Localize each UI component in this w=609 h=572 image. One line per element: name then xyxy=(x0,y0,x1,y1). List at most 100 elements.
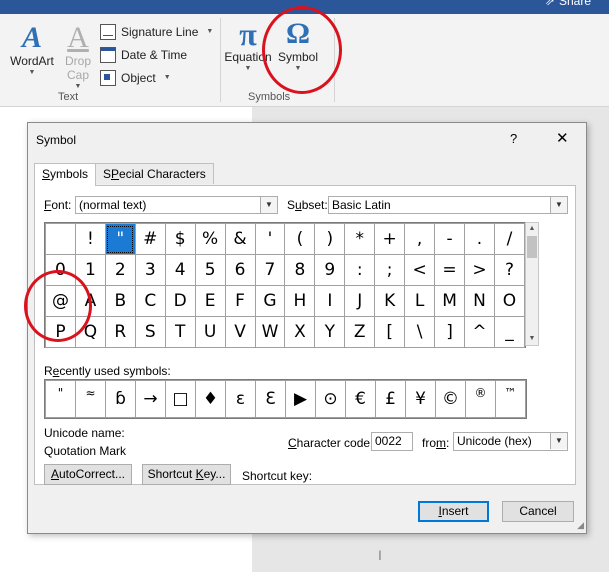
symbol-cell[interactable]: F xyxy=(224,285,256,317)
symbol-cell[interactable]: \ xyxy=(404,316,436,348)
recent-symbol-cell[interactable]: ™ xyxy=(495,380,526,418)
symbol-cell[interactable]: O xyxy=(493,285,526,317)
chevron-down-icon[interactable]: ▼ xyxy=(164,74,171,81)
symbol-cell[interactable]: - xyxy=(434,223,466,255)
drop-cap-button[interactable]: A Drop Cap ▼ xyxy=(58,22,98,92)
symbol-cell[interactable]: = xyxy=(434,254,466,286)
object-button[interactable]: Object ▼ xyxy=(100,66,213,89)
symbol-cell[interactable]: < xyxy=(404,254,436,286)
cancel-button[interactable]: Cancel xyxy=(502,501,574,522)
wordart-button[interactable]: A WordArt ▼ xyxy=(6,22,58,78)
symbol-cell[interactable]: 4 xyxy=(164,254,196,286)
recent-symbol-cell[interactable]: £ xyxy=(375,380,406,418)
symbol-cell[interactable]: ? xyxy=(493,254,526,286)
signature-line-button[interactable]: Signature Line ▼ xyxy=(100,20,213,43)
symbol-cell[interactable]: % xyxy=(194,223,226,255)
recent-symbol-cell[interactable]: € xyxy=(345,380,376,418)
recent-symbol-cell[interactable]: © xyxy=(435,380,466,418)
tab-symbols[interactable]: Symbols xyxy=(34,163,97,186)
symbol-cell[interactable]: N xyxy=(464,285,495,317)
font-select[interactable]: (normal text) ▼ xyxy=(75,196,278,214)
symbol-grid-scrollbar[interactable]: ▲ ▼ xyxy=(525,222,539,346)
symbol-cell[interactable]: ! xyxy=(74,223,106,255)
symbol-cell[interactable]: [ xyxy=(374,316,406,348)
symbol-cell[interactable]: Y xyxy=(314,316,346,348)
subset-select[interactable]: Basic Latin ▼ xyxy=(328,196,568,214)
shortcut-key-button[interactable]: Shortcut Key... xyxy=(142,464,231,485)
symbol-cell[interactable]: ) xyxy=(314,223,346,255)
symbol-cell[interactable]: M xyxy=(434,285,466,317)
symbol-cell[interactable]: R xyxy=(104,316,136,348)
recent-symbol-cell[interactable]: ♦ xyxy=(195,380,226,418)
recent-symbol-cell[interactable]: ⊙ xyxy=(315,380,346,418)
symbol-cell[interactable]: 9 xyxy=(314,254,346,286)
symbol-cell[interactable]: " xyxy=(104,223,136,255)
symbol-cell[interactable] xyxy=(45,223,76,255)
symbol-cell[interactable]: X xyxy=(284,316,316,348)
recent-symbol-cell[interactable]: □ xyxy=(165,380,196,418)
chevron-down-icon[interactable]: ▼ xyxy=(260,197,277,213)
symbol-cell[interactable]: $ xyxy=(164,223,196,255)
symbol-cell[interactable]: 2 xyxy=(104,254,136,286)
character-code-input[interactable]: 0022 xyxy=(371,432,413,451)
recent-symbol-cell[interactable]: ε xyxy=(225,380,256,418)
symbol-cell[interactable]: 6 xyxy=(224,254,256,286)
recent-symbol-cell[interactable]: Ɛ xyxy=(255,380,286,418)
date-time-button[interactable]: Date & Time xyxy=(100,43,213,66)
symbol-cell[interactable]: 3 xyxy=(134,254,166,286)
scrollbar-thumb[interactable] xyxy=(527,236,537,258)
insert-button[interactable]: Insert xyxy=(418,501,489,522)
symbol-cell[interactable]: > xyxy=(464,254,495,286)
symbol-cell[interactable]: ' xyxy=(254,223,286,255)
scroll-down-icon[interactable]: ▼ xyxy=(526,333,538,345)
symbol-cell[interactable]: & xyxy=(224,223,256,255)
recent-symbol-cell[interactable]: ® xyxy=(465,380,496,418)
symbol-cell[interactable]: I xyxy=(314,285,346,317)
symbol-cell[interactable]: # xyxy=(134,223,166,255)
symbol-cell[interactable]: + xyxy=(374,223,406,255)
symbol-cell[interactable]: U xyxy=(194,316,226,348)
symbol-cell[interactable]: D xyxy=(164,285,196,317)
symbol-cell[interactable]: . xyxy=(464,223,495,255)
recent-symbol-cell[interactable]: ≈ xyxy=(75,380,106,418)
symbol-cell[interactable]: 8 xyxy=(284,254,316,286)
symbol-cell[interactable]: ] xyxy=(434,316,466,348)
symbol-cell[interactable]: T xyxy=(164,316,196,348)
help-button[interactable]: ? xyxy=(510,131,517,146)
symbol-cell[interactable]: ; xyxy=(374,254,406,286)
chevron-down-icon[interactable]: ▼ xyxy=(206,28,213,35)
close-icon[interactable]: ✕ xyxy=(556,129,569,147)
symbol-cell[interactable]: 7 xyxy=(254,254,286,286)
recent-symbol-cell[interactable]: ▶ xyxy=(285,380,316,418)
symbol-cell[interactable]: , xyxy=(404,223,436,255)
tab-special-characters[interactable]: SPecial Characters xyxy=(95,163,214,184)
chevron-down-icon[interactable]: ▼ xyxy=(550,433,567,449)
recent-symbol-cell[interactable]: ɓ xyxy=(105,380,136,418)
symbol-cell[interactable]: B xyxy=(104,285,136,317)
symbol-cell[interactable]: S xyxy=(134,316,166,348)
symbol-cell[interactable]: V xyxy=(224,316,256,348)
from-select[interactable]: Unicode (hex) ▼ xyxy=(453,432,568,451)
symbol-cell[interactable]: / xyxy=(493,223,526,255)
symbol-cell[interactable]: : xyxy=(344,254,376,286)
share-button[interactable]: ⇗ Share xyxy=(545,0,591,8)
symbol-cell[interactable]: 5 xyxy=(194,254,226,286)
symbol-cell[interactable]: Z xyxy=(344,316,376,348)
symbol-cell[interactable]: K xyxy=(374,285,406,317)
symbol-cell[interactable]: L xyxy=(404,285,436,317)
recent-symbol-cell[interactable]: " xyxy=(45,380,76,418)
scroll-up-icon[interactable]: ▲ xyxy=(526,223,538,235)
symbol-cell[interactable]: G xyxy=(254,285,286,317)
symbol-cell[interactable]: _ xyxy=(493,316,526,348)
recent-symbol-cell[interactable]: → xyxy=(135,380,166,418)
symbol-cell[interactable]: * xyxy=(344,223,376,255)
chevron-down-icon[interactable]: ▼ xyxy=(550,197,567,213)
symbol-cell[interactable]: H xyxy=(284,285,316,317)
symbol-cell[interactable]: ^ xyxy=(464,316,495,348)
resize-grip-icon[interactable]: ◢ xyxy=(577,520,584,531)
autocorrect-button[interactable]: AutoCorrect... xyxy=(44,464,132,485)
symbol-cell[interactable]: E xyxy=(194,285,226,317)
recent-symbol-cell[interactable]: ¥ xyxy=(405,380,436,418)
symbol-cell[interactable]: ( xyxy=(284,223,316,255)
symbol-cell[interactable]: W xyxy=(254,316,286,348)
